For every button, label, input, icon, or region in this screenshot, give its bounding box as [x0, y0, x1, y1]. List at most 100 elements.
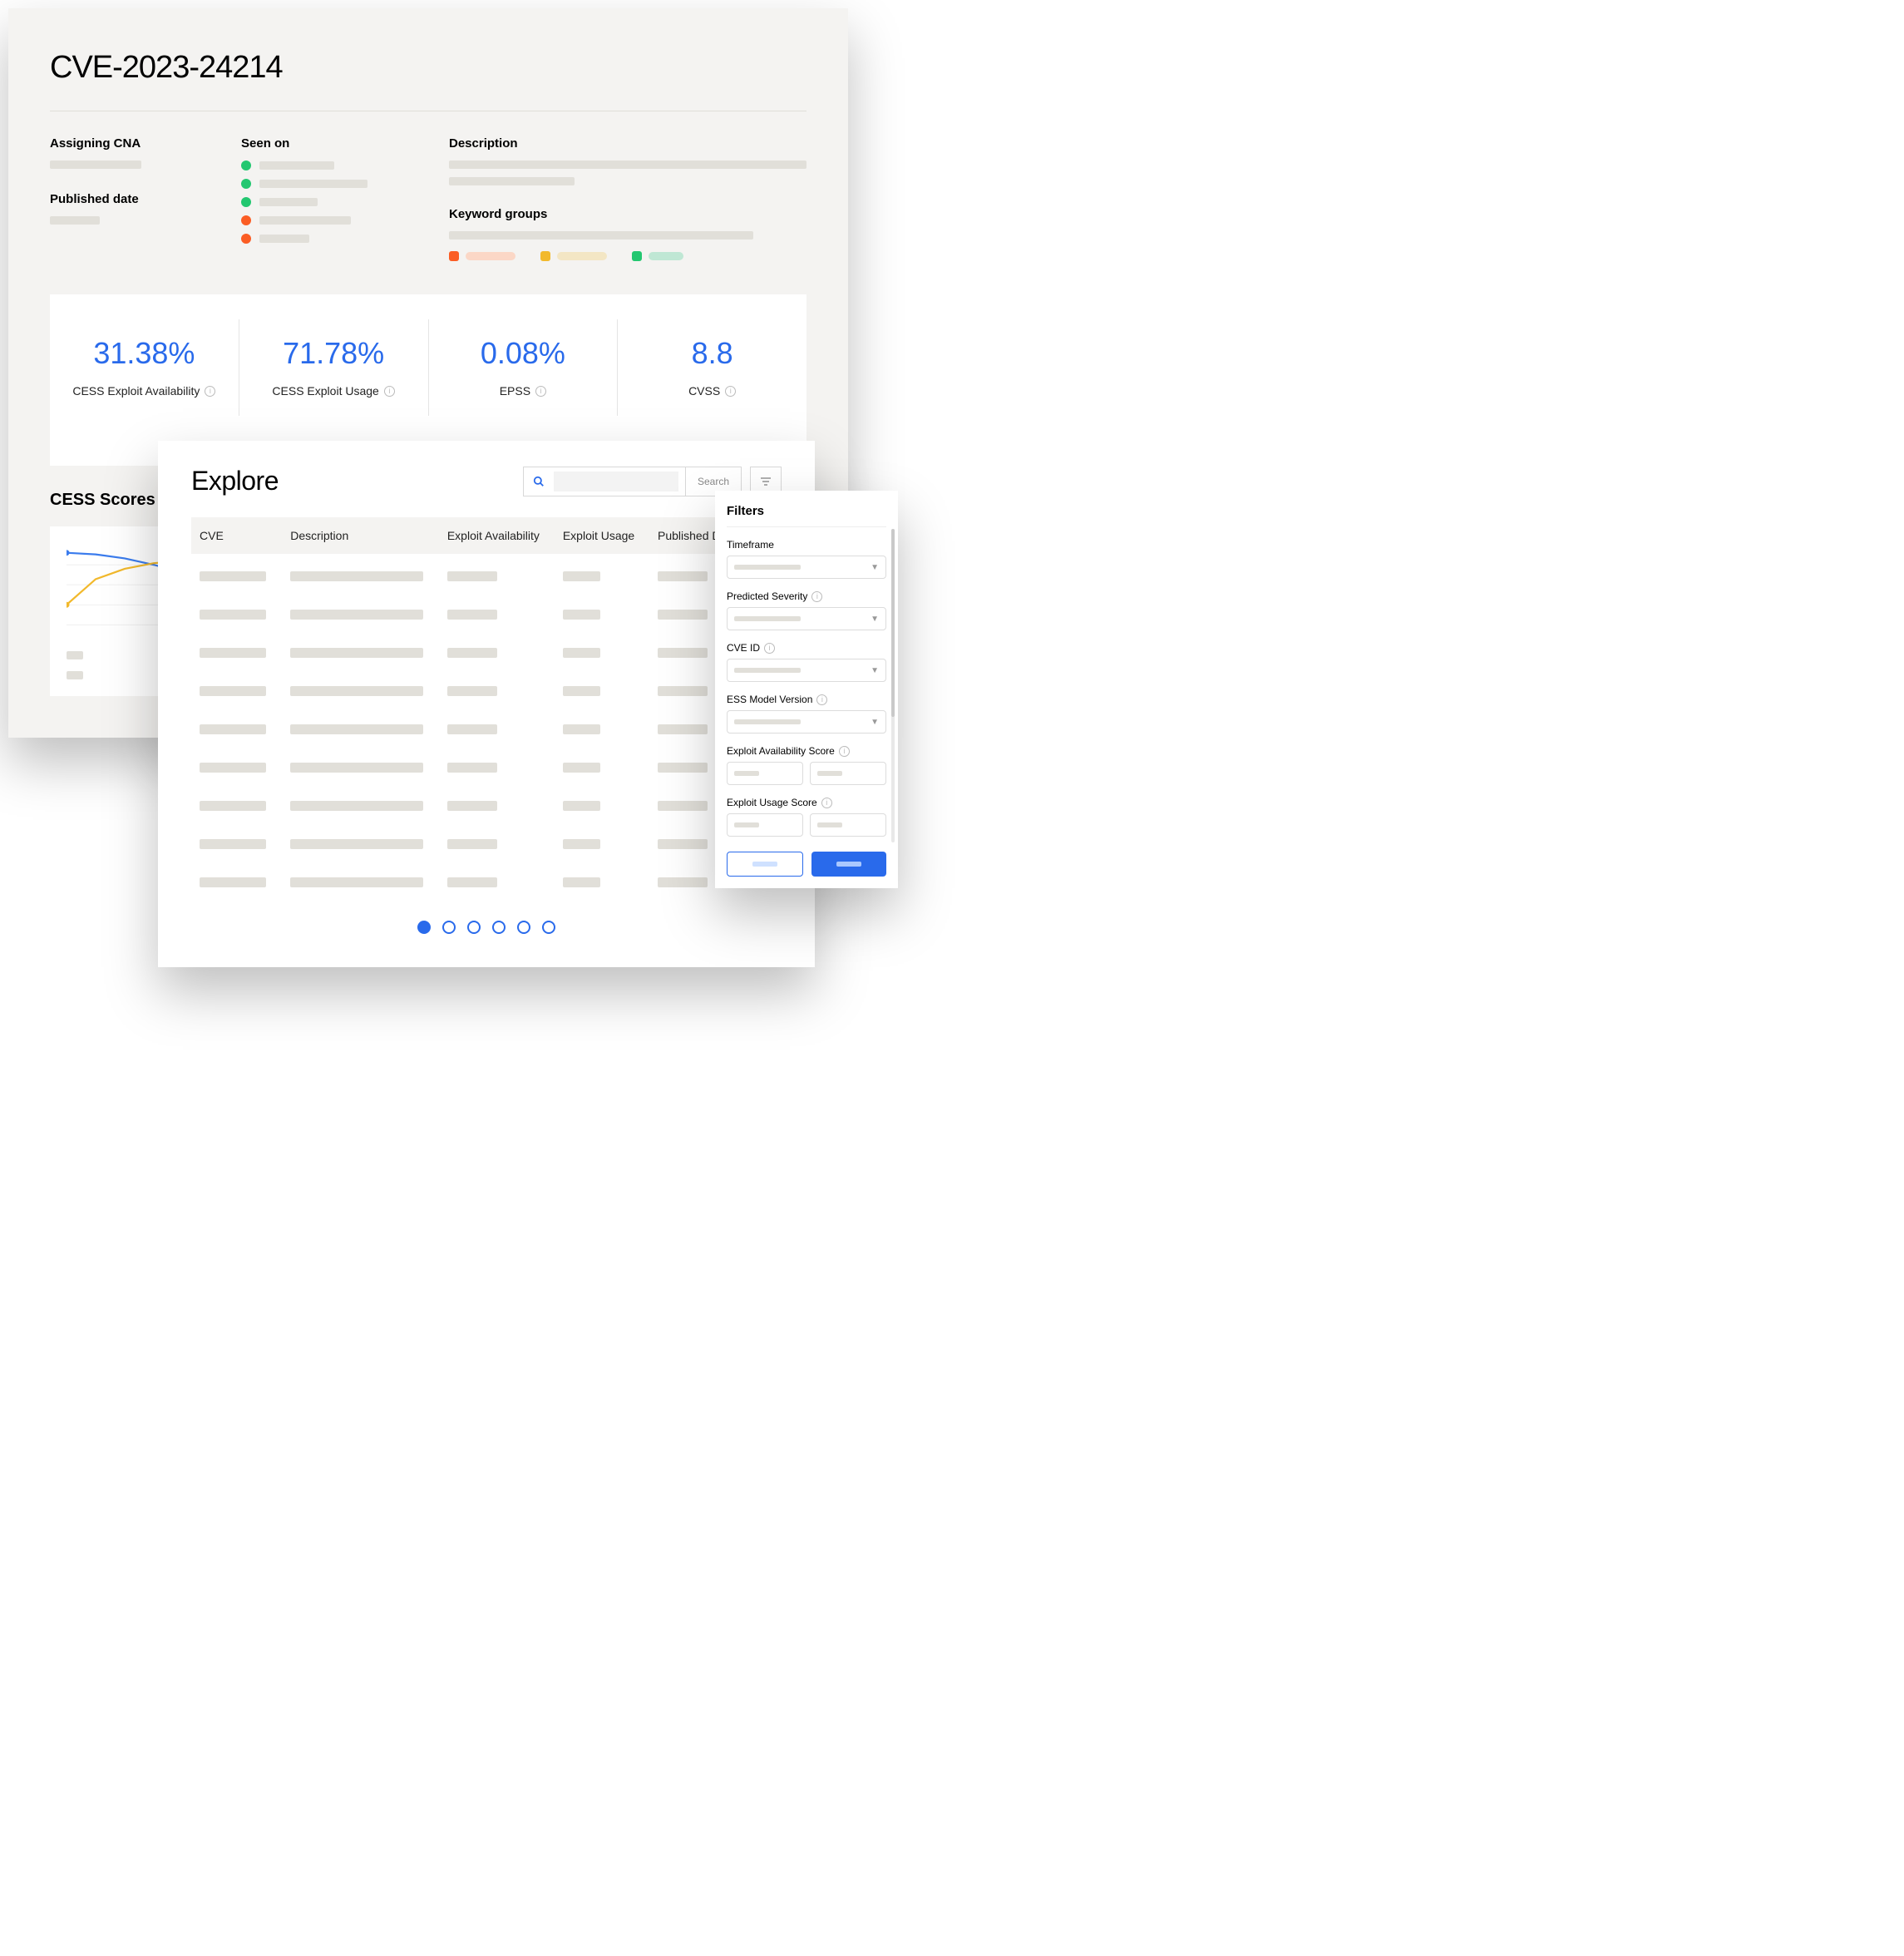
- placeholder: [658, 724, 708, 734]
- cve-id-select[interactable]: ▼: [727, 659, 886, 682]
- status-dot-icon: [241, 161, 251, 170]
- placeholder: [447, 839, 497, 849]
- table-row[interactable]: [191, 877, 782, 892]
- column-header-description[interactable]: Description: [290, 529, 447, 542]
- placeholder: [290, 610, 423, 620]
- placeholder: [447, 648, 497, 658]
- list-item: [241, 234, 407, 244]
- pagination-dot[interactable]: [517, 921, 530, 934]
- filters-title: Filters: [727, 504, 886, 518]
- placeholder: [259, 198, 318, 206]
- placeholder: [290, 648, 423, 658]
- stat-value: 0.08%: [437, 336, 609, 371]
- info-icon[interactable]: i: [821, 798, 832, 808]
- ess-model-version-select[interactable]: ▼: [727, 710, 886, 734]
- stat-label: CESS Exploit Availabilityi: [72, 384, 215, 398]
- info-icon[interactable]: i: [535, 386, 546, 397]
- keyword-groups-label: Keyword groups: [449, 207, 806, 221]
- placeholder: [50, 216, 100, 225]
- exploit-usage-max-input[interactable]: [810, 813, 886, 837]
- search-input[interactable]: [554, 472, 678, 491]
- info-icon[interactable]: i: [811, 591, 822, 602]
- placeholder: [658, 686, 708, 696]
- pagination-dot[interactable]: [492, 921, 506, 934]
- table-row[interactable]: [191, 724, 782, 738]
- placeholder: [67, 671, 83, 679]
- placeholder: [563, 686, 600, 696]
- placeholder: [563, 877, 600, 887]
- placeholder: [259, 161, 334, 170]
- pagination-dot[interactable]: [467, 921, 481, 934]
- placeholder: [290, 571, 423, 581]
- exploit-availability-max-input[interactable]: [810, 762, 886, 785]
- timeframe-select[interactable]: ▼: [727, 556, 886, 579]
- table-row[interactable]: [191, 800, 782, 815]
- info-icon[interactable]: i: [816, 694, 827, 705]
- stat: 0.08%EPSSi: [429, 319, 619, 416]
- placeholder: [290, 801, 423, 811]
- info-icon[interactable]: i: [725, 386, 736, 397]
- table-row[interactable]: [191, 838, 782, 853]
- placeholder: [658, 839, 708, 849]
- stat-label: CVSSi: [688, 384, 736, 398]
- scrollbar[interactable]: [891, 529, 895, 842]
- table-row[interactable]: [191, 647, 782, 662]
- keyword-swatch: [449, 251, 515, 261]
- table-row[interactable]: [191, 570, 782, 585]
- published-date-label: Published date: [50, 192, 200, 206]
- status-dot-icon: [241, 234, 251, 244]
- info-icon[interactable]: i: [205, 386, 215, 397]
- pagination: [191, 921, 782, 934]
- pagination-dot[interactable]: [542, 921, 555, 934]
- filters-reset-button[interactable]: [727, 852, 803, 877]
- placeholder: [447, 686, 497, 696]
- filters-apply-button[interactable]: [811, 852, 886, 877]
- column-header-cve[interactable]: CVE: [200, 529, 290, 542]
- pagination-dot[interactable]: [442, 921, 456, 934]
- info-icon[interactable]: i: [839, 746, 850, 757]
- search-box: Search: [523, 467, 742, 496]
- placeholder: [447, 877, 497, 887]
- column-header-exploit-usage[interactable]: Exploit Usage: [563, 529, 658, 542]
- filter-label-timeframe: Timeframe: [727, 539, 886, 551]
- filter-label-ess-model-version: ESS Model Versioni: [727, 694, 886, 705]
- placeholder: [290, 724, 423, 734]
- placeholder: [658, 877, 708, 887]
- status-dot-icon: [241, 197, 251, 207]
- list-item: [241, 179, 407, 189]
- explore-title: Explore: [191, 466, 279, 496]
- placeholder: [563, 801, 600, 811]
- page-title: CVE-2023-24214: [50, 50, 806, 86]
- swatch-icon: [449, 251, 459, 261]
- stat-value: 71.78%: [248, 336, 420, 371]
- placeholder: [658, 801, 708, 811]
- list-item: [241, 197, 407, 207]
- placeholder: [447, 801, 497, 811]
- info-icon[interactable]: i: [384, 386, 395, 397]
- placeholder: [200, 571, 266, 581]
- placeholder: [200, 763, 266, 773]
- predicted-severity-select[interactable]: ▼: [727, 607, 886, 630]
- table-row[interactable]: [191, 609, 782, 624]
- placeholder: [447, 571, 497, 581]
- chevron-down-icon: ▼: [871, 718, 879, 727]
- exploit-usage-min-input[interactable]: [727, 813, 803, 837]
- placeholder: [290, 839, 423, 849]
- exploit-availability-min-input[interactable]: [727, 762, 803, 785]
- placeholder: [200, 839, 266, 849]
- column-header-exploit-availability[interactable]: Exploit Availability: [447, 529, 563, 542]
- placeholder: [563, 648, 600, 658]
- filters-panel: Filters Timeframe ▼ Predicted Severityi …: [715, 491, 898, 888]
- keyword-swatch: [540, 251, 607, 261]
- placeholder: [200, 877, 266, 887]
- table-row[interactable]: [191, 685, 782, 700]
- pagination-dot[interactable]: [417, 921, 431, 934]
- keyword-swatches: [449, 251, 806, 261]
- placeholder: [658, 610, 708, 620]
- status-dot-icon: [241, 215, 251, 225]
- seen-on-list: [241, 161, 407, 244]
- placeholder: [563, 571, 600, 581]
- info-icon[interactable]: i: [764, 643, 775, 654]
- placeholder: [649, 252, 683, 260]
- table-row[interactable]: [191, 762, 782, 777]
